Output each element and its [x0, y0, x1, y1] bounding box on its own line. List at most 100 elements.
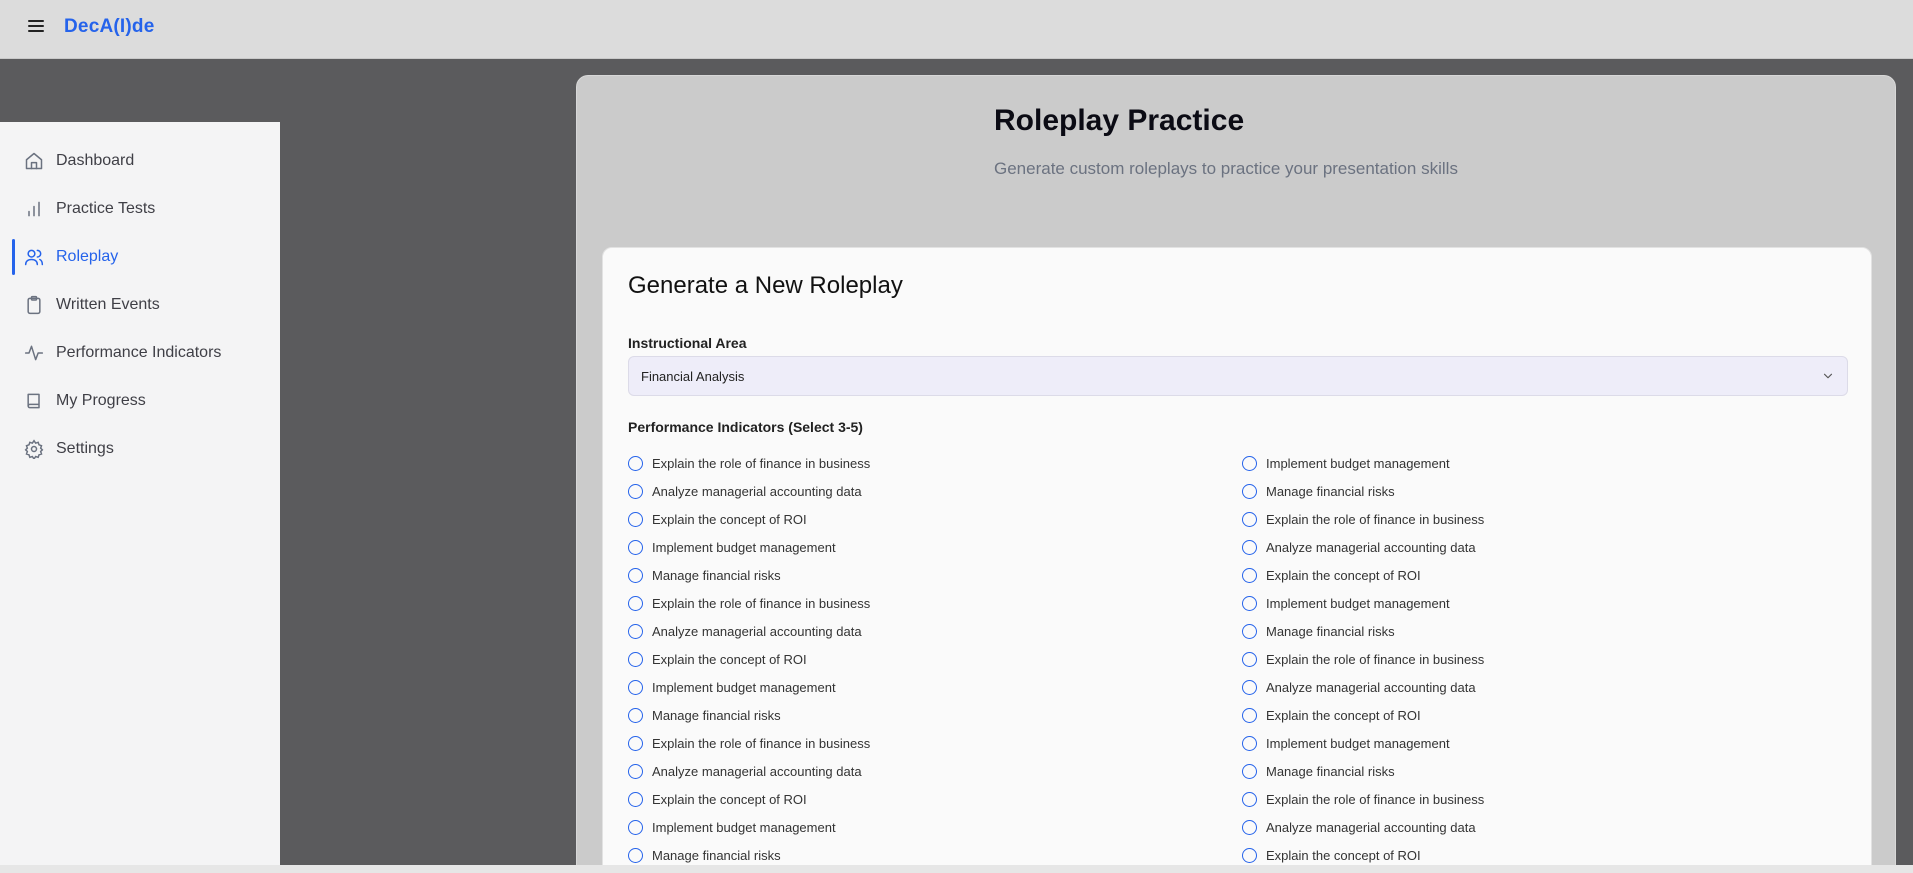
radio-button[interactable] [1242, 483, 1257, 499]
pi-option[interactable]: Explain the concept of ROI [1242, 561, 1842, 589]
pi-option-label: Analyze managerial accounting data [1266, 679, 1476, 695]
radio-button[interactable] [1242, 651, 1257, 667]
instructional-area-label: Instructional Area [628, 335, 747, 351]
pi-option[interactable]: Analyze managerial accounting data [1242, 813, 1842, 841]
sidebar-item-my-progress[interactable]: My Progress [0, 381, 280, 421]
pi-option[interactable]: Explain the concept of ROI [628, 645, 1228, 673]
pi-option[interactable]: Explain the role of finance in business [1242, 645, 1842, 673]
pi-option-label: Implement budget management [652, 539, 836, 555]
pi-option-label: Manage financial risks [652, 847, 781, 863]
pi-option-label: Implement budget management [1266, 455, 1450, 471]
sidebar-item-roleplay[interactable]: Roleplay [0, 237, 280, 277]
pi-option-label: Explain the role of finance in business [1266, 651, 1485, 667]
pi-option-label: Manage financial risks [1266, 763, 1395, 779]
select-value: Financial Analysis [641, 369, 745, 384]
pi-option[interactable]: Analyze managerial accounting data [628, 477, 1228, 505]
pi-option-label: Implement budget management [652, 819, 836, 835]
radio-button[interactable] [1242, 707, 1257, 723]
pi-option-label: Analyze managerial accounting data [652, 763, 862, 779]
sidebar-item-practice-tests[interactable]: Practice Tests [0, 189, 280, 229]
sidebar-item-label: Written Events [56, 296, 160, 313]
pi-option-label: Manage financial risks [1266, 623, 1395, 639]
pi-option[interactable]: Analyze managerial accounting data [628, 617, 1228, 645]
pi-option[interactable]: Analyze managerial accounting data [1242, 533, 1842, 561]
sidebar-item-label: Practice Tests [56, 200, 156, 217]
pi-option[interactable]: Manage financial risks [1242, 757, 1842, 785]
sidebar-item-label: Dashboard [56, 152, 135, 169]
pi-option[interactable]: Explain the concept of ROI [1242, 701, 1842, 729]
pi-option[interactable]: Implement budget management [1242, 729, 1842, 757]
pi-option[interactable]: Explain the role of finance in business [628, 589, 1228, 617]
sidebar-item-label: Performance Indicators [56, 344, 222, 361]
radio-button[interactable] [628, 651, 643, 667]
card-title: Generate a New Roleplay [628, 272, 903, 299]
radio-button[interactable] [628, 679, 643, 695]
radio-button[interactable] [628, 595, 643, 611]
radio-button[interactable] [628, 707, 643, 723]
pi-option[interactable]: Explain the concept of ROI [628, 505, 1228, 533]
sidebar-item-dashboard[interactable]: Dashboard [0, 141, 280, 181]
pi-option[interactable]: Analyze managerial accounting data [628, 757, 1228, 785]
radio-button[interactable] [628, 847, 643, 863]
pi-option[interactable]: Implement budget management [628, 533, 1228, 561]
pi-option[interactable]: Implement budget management [628, 673, 1228, 701]
radio-button[interactable] [1242, 567, 1257, 583]
radio-button[interactable] [1242, 679, 1257, 695]
pi-option[interactable]: Manage financial risks [1242, 617, 1842, 645]
pi-option[interactable]: Explain the role of finance in business [1242, 785, 1842, 813]
horizontal-scrollbar[interactable] [0, 865, 1913, 873]
pi-option[interactable]: Explain the role of finance in business [1242, 505, 1842, 533]
radio-button[interactable] [1242, 595, 1257, 611]
pi-option-label: Explain the concept of ROI [1266, 567, 1421, 583]
radio-button[interactable] [628, 567, 643, 583]
instructional-area-select[interactable]: Financial Analysis [628, 356, 1848, 396]
top-bar: DecA(I)de [0, 0, 1913, 59]
pi-column-right: Implement budget management Manage financ… [1242, 449, 1842, 869]
radio-button[interactable] [628, 511, 643, 527]
radio-button[interactable] [628, 455, 643, 471]
radio-button[interactable] [628, 483, 643, 499]
radio-button[interactable] [1242, 511, 1257, 527]
hamburger-menu-icon[interactable] [26, 17, 46, 37]
bar-chart-icon [28, 201, 40, 217]
sidebar-item-label: My Progress [56, 392, 146, 409]
radio-button[interactable] [1242, 455, 1257, 471]
radio-button[interactable] [1242, 791, 1257, 807]
radio-button[interactable] [1242, 763, 1257, 779]
sidebar-item-written-events[interactable]: Written Events [0, 285, 280, 325]
radio-button[interactable] [628, 763, 643, 779]
radio-button[interactable] [628, 539, 643, 555]
radio-button[interactable] [1242, 623, 1257, 639]
radio-button[interactable] [1242, 735, 1257, 751]
sidebar-item-settings[interactable]: Settings [0, 429, 280, 469]
pi-option[interactable]: Manage financial risks [628, 701, 1228, 729]
pi-option[interactable]: Analyze managerial accounting data [1242, 673, 1842, 701]
pi-option[interactable]: Implement budget management [628, 813, 1228, 841]
radio-button[interactable] [1242, 819, 1257, 835]
sidebar-item-performance-indicators[interactable]: Performance Indicators [0, 333, 280, 373]
pi-option[interactable]: Manage financial risks [1242, 477, 1842, 505]
pi-option-label: Manage financial risks [1266, 483, 1395, 499]
clipboard-icon [27, 295, 41, 315]
page-title: Roleplay Practice [994, 104, 1245, 137]
pi-option-label: Explain the role of finance in business [652, 595, 871, 611]
roleplay-form-card: Generate a New Roleplay Instructional Ar… [602, 247, 1872, 873]
pi-option[interactable]: Implement budget management [1242, 589, 1842, 617]
app-brand[interactable]: DecA(I)de [64, 16, 154, 38]
pi-option[interactable]: Explain the role of finance in business [628, 449, 1228, 477]
pi-option-label: Explain the role of finance in business [652, 735, 871, 751]
pi-option-label: Implement budget management [1266, 735, 1450, 751]
pi-option-label: Explain the concept of ROI [652, 511, 807, 527]
pi-option-label: Analyze managerial accounting data [1266, 819, 1476, 835]
radio-button[interactable] [628, 791, 643, 807]
pi-option[interactable]: Explain the concept of ROI [628, 785, 1228, 813]
radio-button[interactable] [1242, 539, 1257, 555]
pi-option[interactable]: Implement budget management [1242, 449, 1842, 477]
pi-column-left: Explain the role of finance in business A… [628, 449, 1228, 869]
radio-button[interactable] [1242, 847, 1257, 863]
radio-button[interactable] [628, 735, 643, 751]
radio-button[interactable] [628, 623, 643, 639]
pi-option[interactable]: Manage financial risks [628, 561, 1228, 589]
pi-option[interactable]: Explain the role of finance in business [628, 729, 1228, 757]
radio-button[interactable] [628, 819, 643, 835]
